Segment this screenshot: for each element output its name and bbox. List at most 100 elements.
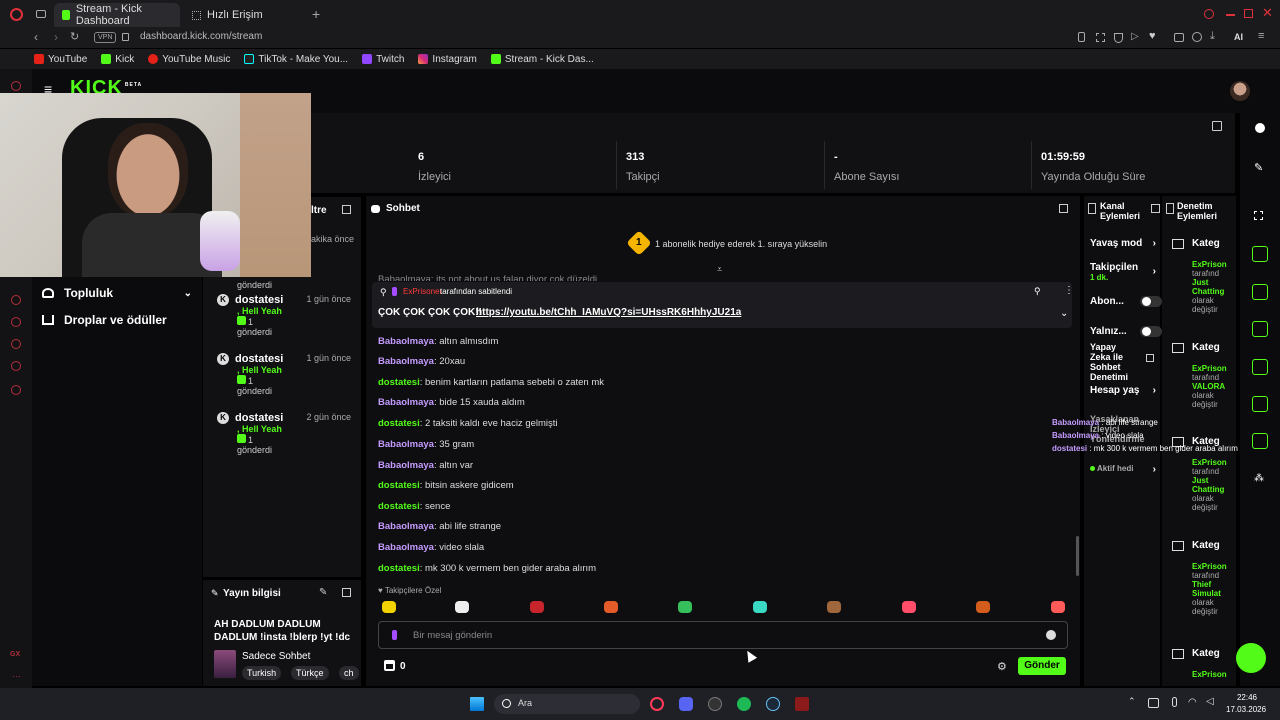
popout-icon[interactable] (342, 588, 351, 597)
steam-taskbar-icon[interactable] (766, 697, 780, 711)
url-field[interactable]: dashboard.kick.com/stream (140, 31, 262, 42)
follower-mode[interactable]: Takipçilen › 1 dk. (1090, 262, 1156, 282)
emote-icon[interactable] (382, 601, 396, 613)
active-goal[interactable]: Aktif hedi › (1090, 464, 1156, 475)
tag-turkce[interactable]: Türkçe (291, 666, 329, 680)
popout-icon[interactable] (342, 205, 351, 214)
start-icon[interactable] (470, 697, 484, 711)
popout-icon[interactable] (1212, 121, 1222, 131)
bookmark-instagram[interactable]: Instagram (418, 54, 477, 65)
extensions-icon[interactable] (11, 361, 21, 371)
history-icon[interactable] (11, 339, 21, 349)
account-age[interactable]: Hesap yaş › (1090, 385, 1156, 396)
chat-icon[interactable] (1252, 321, 1268, 337)
settings-icon[interactable] (11, 385, 21, 395)
category-name[interactable]: Sadece Sohbet (242, 651, 310, 662)
spotify-taskbar-icon[interactable] (737, 697, 751, 711)
wifi-icon[interactable]: ◠ (1188, 697, 1197, 708)
tag-turkish[interactable]: Turkish (242, 666, 282, 680)
volume-icon[interactable]: ◁ (1206, 696, 1214, 707)
layout-icon[interactable] (1252, 396, 1268, 412)
unpin-icon[interactable]: ⚲ (1034, 286, 1041, 297)
more-options-icon[interactable]: ⋮ (1064, 285, 1074, 296)
emote-icon[interactable] (753, 601, 767, 613)
tab-stream-kick-dashboard[interactable]: Stream - Kick Dashboard (54, 3, 180, 27)
subscriber-toggle[interactable] (1140, 296, 1162, 307)
profile-icon[interactable] (1192, 32, 1202, 42)
messenger-icon[interactable] (11, 295, 21, 305)
opera-taskbar-icon[interactable] (650, 697, 664, 711)
close-button[interactable]: ✕ (1262, 5, 1273, 21)
emoji-icon[interactable] (1046, 630, 1056, 640)
widgets-icon[interactable]: ⁂ (1254, 473, 1264, 484)
new-tab-button[interactable]: + (312, 6, 320, 22)
bookmark-twitch[interactable]: Twitch (362, 54, 404, 65)
chat-input[interactable]: Bir mesaj gönderin (378, 621, 1068, 649)
mic-icon[interactable] (1172, 697, 1177, 707)
info-icon[interactable] (1255, 123, 1265, 133)
tab-quick-access[interactable]: Hızlı Erişim (184, 3, 304, 27)
send-button[interactable]: Gönder (1018, 657, 1066, 675)
discord-taskbar-icon[interactable] (679, 697, 693, 711)
download-icon[interactable]: ⤓ (1210, 30, 1215, 43)
collapse-icon[interactable]: ⩡ (717, 264, 722, 275)
bookmark-kick[interactable]: Kick (101, 54, 134, 65)
support-icon[interactable] (1236, 643, 1266, 673)
tag-more[interactable]: ch (339, 666, 359, 680)
emote-icon[interactable] (530, 601, 544, 613)
notes-icon[interactable] (1252, 284, 1268, 300)
emote-icon[interactable] (604, 601, 618, 613)
ai-button[interactable]: AI (1234, 32, 1243, 42)
aria-icon[interactable] (11, 81, 21, 91)
emote-icon[interactable] (1051, 601, 1065, 613)
popout-icon[interactable] (1059, 204, 1068, 213)
edit-icon[interactable]: ✎ (1254, 161, 1263, 174)
heart-icon[interactable]: ♥ (1149, 30, 1156, 42)
search-icon[interactable] (1204, 9, 1214, 19)
chevron-down-icon[interactable]: ⌄ (1060, 308, 1068, 319)
emote-only-toggle[interactable] (1140, 326, 1162, 337)
forward-icon[interactable]: › (54, 30, 58, 44)
chevron-down-icon[interactable]: ⌄ (184, 288, 192, 299)
chevron-up-icon[interactable]: ⌃ (1128, 696, 1136, 707)
back-icon[interactable]: ‹ (34, 30, 38, 44)
minimize-button[interactable] (1226, 14, 1235, 16)
gx-icon[interactable]: GX (10, 651, 20, 658)
extensions-icon[interactable] (1174, 33, 1184, 42)
nav-drops-rewards[interactable]: Droplar ve ödüller (42, 313, 167, 327)
shield-icon[interactable] (1114, 33, 1123, 43)
maximize-button[interactable] (1244, 9, 1253, 18)
network-icon[interactable] (1148, 698, 1159, 708)
emote-icon[interactable] (678, 601, 692, 613)
tab-overview-icon[interactable] (36, 10, 46, 18)
chat-settings-icon[interactable]: ⚙ (997, 660, 1007, 673)
emote-icon[interactable] (976, 601, 990, 613)
capture-icon[interactable] (1254, 211, 1263, 220)
reload-icon[interactable]: ↻ (70, 30, 79, 43)
edit-icon[interactable]: ✎ (319, 587, 327, 598)
opera-menu-icon[interactable] (10, 8, 23, 21)
chat-scrollbar[interactable] (1076, 536, 1079, 576)
taskbar-search[interactable]: Ara (494, 694, 640, 714)
more-icon[interactable]: ··· (12, 671, 21, 681)
channel-points-icon[interactable] (384, 660, 395, 671)
pin-icon[interactable] (1078, 32, 1085, 42)
vpn-badge[interactable]: VPN (94, 32, 117, 43)
power-icon[interactable] (1252, 246, 1268, 262)
broadcast-icon[interactable] (1252, 359, 1268, 375)
whatsapp-icon[interactable] (11, 317, 21, 327)
clock-time[interactable]: 22:46 (1232, 693, 1262, 702)
slow-mode[interactable]: Yavaş mod › (1090, 238, 1156, 249)
bookmark-youtube-music[interactable]: YouTube Music (148, 54, 230, 65)
emote-icon[interactable] (902, 601, 916, 613)
clock-date[interactable]: 17.03.2026 (1226, 705, 1266, 714)
pinned-link[interactable]: https://youtu.be/tChh_IAMuVQ?si=UHssRK6H… (476, 307, 741, 318)
bookmark-youtube[interactable]: YouTube (34, 54, 87, 65)
menu-icon[interactable]: ≡ (1258, 30, 1264, 42)
avatar[interactable] (1230, 81, 1250, 101)
snapshot-icon[interactable] (1096, 33, 1105, 42)
emote-icon[interactable] (455, 601, 469, 613)
pinned-by-user[interactable]: ExPrisoner (403, 287, 442, 296)
play-icon[interactable]: ▷ (1131, 31, 1139, 42)
obs-taskbar-icon[interactable] (708, 697, 722, 711)
